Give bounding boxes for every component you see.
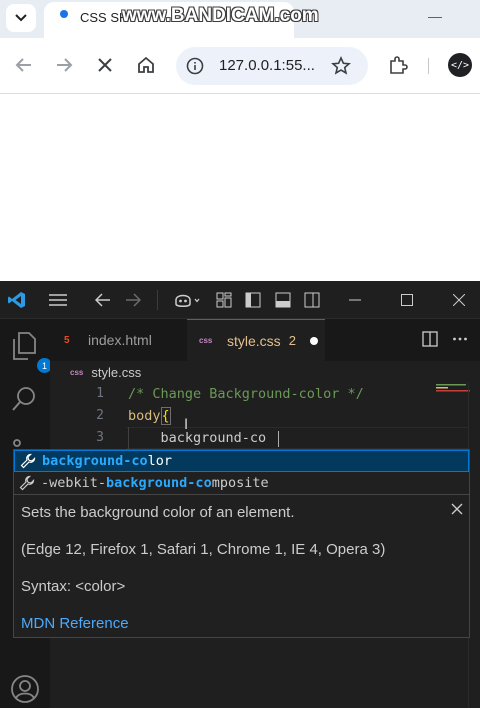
info-icon[interactable] [186,57,204,75]
window-close-icon[interactable] [450,290,468,310]
explorer-button[interactable]: 1 [10,331,52,373]
arrow-right-icon [57,58,73,72]
devtools-button[interactable]: </> [448,53,472,77]
minimap[interactable] [436,383,470,393]
vscode-titlebar [0,281,480,319]
minimize-icon[interactable] [428,17,442,18]
suggest-details: Sets the background color of an element.… [13,495,470,638]
browser-support: (Edge 12, Firefox 1, Safari 1, Chrome 1,… [21,541,386,558]
syntax-text: Syntax: <color> [21,578,126,595]
toggle-secondary-sidebar-icon[interactable] [303,290,321,310]
html5-icon: 5 [64,334,70,346]
line-number: 1 [96,386,104,401]
search-button[interactable] [10,385,40,415]
menu-icon[interactable] [48,290,68,310]
chevron-down-icon [15,14,27,22]
accounts-button[interactable] [10,674,40,704]
suggestion-text: background-color [42,453,172,469]
property-description: Sets the background color of an element. [21,504,295,521]
browser-tabstrip: CSS SH www.BANDICAM.com [0,0,480,38]
close-icon[interactable] [451,503,463,515]
suggestion-item[interactable]: background-color [14,450,469,472]
search-icon [12,387,35,411]
suggestion-text: -webkit-background-composite [41,475,269,491]
split-editor-icon [422,331,438,347]
address-bar[interactable]: 127.0.0.1:55... [176,47,368,85]
toggle-panel-icon[interactable] [274,290,292,310]
customize-layout-icon[interactable] [215,290,233,310]
tab-search-button[interactable] [6,4,36,32]
suggestion-prefix: -webkit- [41,475,107,491]
nav-back-icon[interactable] [94,290,112,310]
bandicam-watermark: www.BANDICAM.com [122,5,319,26]
suggestion-rest: lor [147,453,173,469]
wrench-icon [20,453,38,469]
css-selector: body [128,408,161,424]
css-rule-open: body{ [128,405,171,427]
arrow-left-icon [15,58,31,72]
text-cursor [278,431,279,447]
suggestion-match: background-co [106,475,212,491]
suggest-widget: background-color -webkit-background-comp… [13,449,470,495]
source-control-icon [13,439,21,447]
wrench-icon [19,475,37,491]
line-number: 3 [96,430,104,445]
css-brace: { [160,407,171,425]
indent-guide [128,427,129,449]
tab-index-html[interactable]: 5 index.html [50,319,186,361]
breadcrumb: css style.css [50,361,480,383]
toolbar-divider [428,58,429,74]
copilot-icon[interactable] [172,290,202,310]
more-actions-button[interactable] [452,331,470,349]
code-line: 2 body{ [50,405,470,427]
code-line: 3 background-co [50,427,470,449]
loading-icon [60,10,68,18]
browser-toolbar: 127.0.0.1:55... </> [0,38,480,94]
line-number: 2 [96,408,104,423]
css-property: background-co [128,430,267,446]
unsaved-dot-icon[interactable] [309,336,318,345]
close-icon [98,58,112,72]
stop-button[interactable] [92,52,118,78]
mdn-reference-link[interactable]: MDN Reference [21,615,129,632]
code-line: 1 /* Change Background-color */ [50,383,470,405]
editor-tabs: 5 index.html css style.css 2 [50,319,480,361]
window-maximize-icon[interactable] [398,290,416,310]
files-icon [13,332,36,360]
tab-label: index.html [88,332,152,348]
puzzle-icon [390,56,408,74]
problems-count: 2 [288,333,296,348]
url-text[interactable]: 127.0.0.1:55... [219,57,315,74]
code-icon: </> [450,59,470,71]
forward-button[interactable] [51,52,77,78]
split-editor-button[interactable] [422,331,440,349]
tab-style-css[interactable]: css style.css 2 [187,319,325,361]
suggestion-rest: mposite [211,475,269,491]
css-icon: css [199,336,213,345]
vscode-logo-icon [6,290,28,310]
suggestion-item[interactable]: -webkit-background-composite [14,472,469,494]
toggle-primary-sidebar-icon[interactable] [244,290,262,310]
ibeam-cursor-icon: I [184,417,189,433]
window-minimize-icon[interactable] [346,290,364,310]
star-icon[interactable] [331,56,351,76]
titlebar-divider [157,290,158,310]
home-icon [138,56,154,73]
nav-forward-icon[interactable] [124,290,142,310]
home-button[interactable] [133,52,159,78]
css-comment: /* Change Background-color */ [128,386,364,402]
breadcrumb-file[interactable]: style.css [91,365,141,380]
account-icon [11,675,39,703]
tab-label: style.css [227,332,281,349]
css-icon: css [70,367,84,377]
back-button[interactable] [11,52,37,78]
ellipsis-icon [453,337,467,341]
source-control-button[interactable] [10,437,40,449]
suggestion-match: background-co [42,453,148,469]
extensions-button[interactable] [385,52,411,78]
